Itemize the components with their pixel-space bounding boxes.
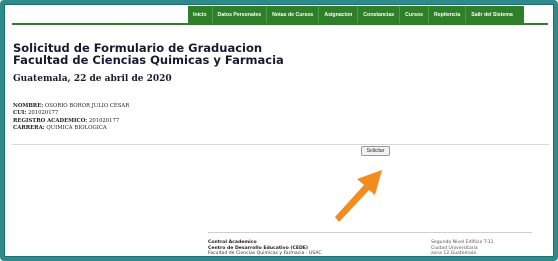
solicitar-button[interactable]: Solicitar <box>361 146 390 156</box>
student-info: NOMBRE: OSORIO BOROR JULIO CÉSAR CUI: 20… <box>13 103 129 132</box>
date-line: Guatemala, 22 de abril de 2020 <box>13 74 172 84</box>
arrow-up-right-icon <box>335 170 382 222</box>
content-divider <box>12 144 549 145</box>
page-title: Solicitud de Formulario de Graduacion Fa… <box>13 42 284 66</box>
footer-divider <box>208 232 532 233</box>
info-cui: CUI: 201020177 <box>13 110 129 117</box>
footer-address-line-3: zona 12,Guatemala <box>431 251 477 257</box>
info-nombre: NOMBRE: OSORIO BOROR JULIO CÉSAR <box>13 103 129 110</box>
nav-item-datos-personales[interactable]: Datos Personales <box>213 6 268 23</box>
navbar-underline <box>12 23 548 25</box>
title-line-2: Facultad de Ciencias Quimicas y Farmacia <box>13 53 284 67</box>
footer-address: Segundo Nivel Edificio T-11 Ciudad Unive… <box>431 240 494 257</box>
nav-item-repitencia[interactable]: Repitencia <box>429 6 467 23</box>
footer-address-line-1: Segundo Nivel Edificio T-11 <box>431 240 494 245</box>
page-frame: Inicio Datos Personales Notas de Cursos … <box>0 0 558 261</box>
footer-faculty: Facultad de Ciencias Quimicas y Farmacia… <box>208 251 322 257</box>
nav-item-salir[interactable]: Salir del Sistema <box>466 6 518 23</box>
carrera-value: QUIMICA BIOLOGICA <box>46 124 107 131</box>
nav-item-constancias[interactable]: Constancias <box>358 6 401 23</box>
footer-left: Control Academico Centro de Desarrollo E… <box>208 240 322 257</box>
top-navbar: Inicio Datos Personales Notas de Cursos … <box>188 6 524 23</box>
info-registro: REGISTRO ACADEMICO: 201020177 <box>13 118 129 125</box>
info-carrera: CARRERA: QUIMICA BIOLOGICA <box>13 125 129 132</box>
nav-item-asignacion[interactable]: Asignacion <box>319 6 359 23</box>
carrera-label: CARRERA: <box>13 124 45 131</box>
nav-item-notas-de-cursos[interactable]: Notas de Cursos <box>267 6 320 23</box>
cui-label: CUI: <box>13 110 27 117</box>
nav-item-inicio[interactable]: Inicio <box>188 6 213 23</box>
nombre-label: NOMBRE: <box>13 103 44 109</box>
registro-label: REGISTRO ACADEMICO: <box>13 117 88 124</box>
registro-value: 201020177 <box>88 117 120 124</box>
nombre-value: OSORIO BOROR JULIO CÉSAR <box>44 103 130 109</box>
cui-value: 201020177 <box>27 110 59 117</box>
nav-item-cursos[interactable]: Cursos <box>400 6 430 23</box>
annotation-arrow <box>335 170 382 222</box>
